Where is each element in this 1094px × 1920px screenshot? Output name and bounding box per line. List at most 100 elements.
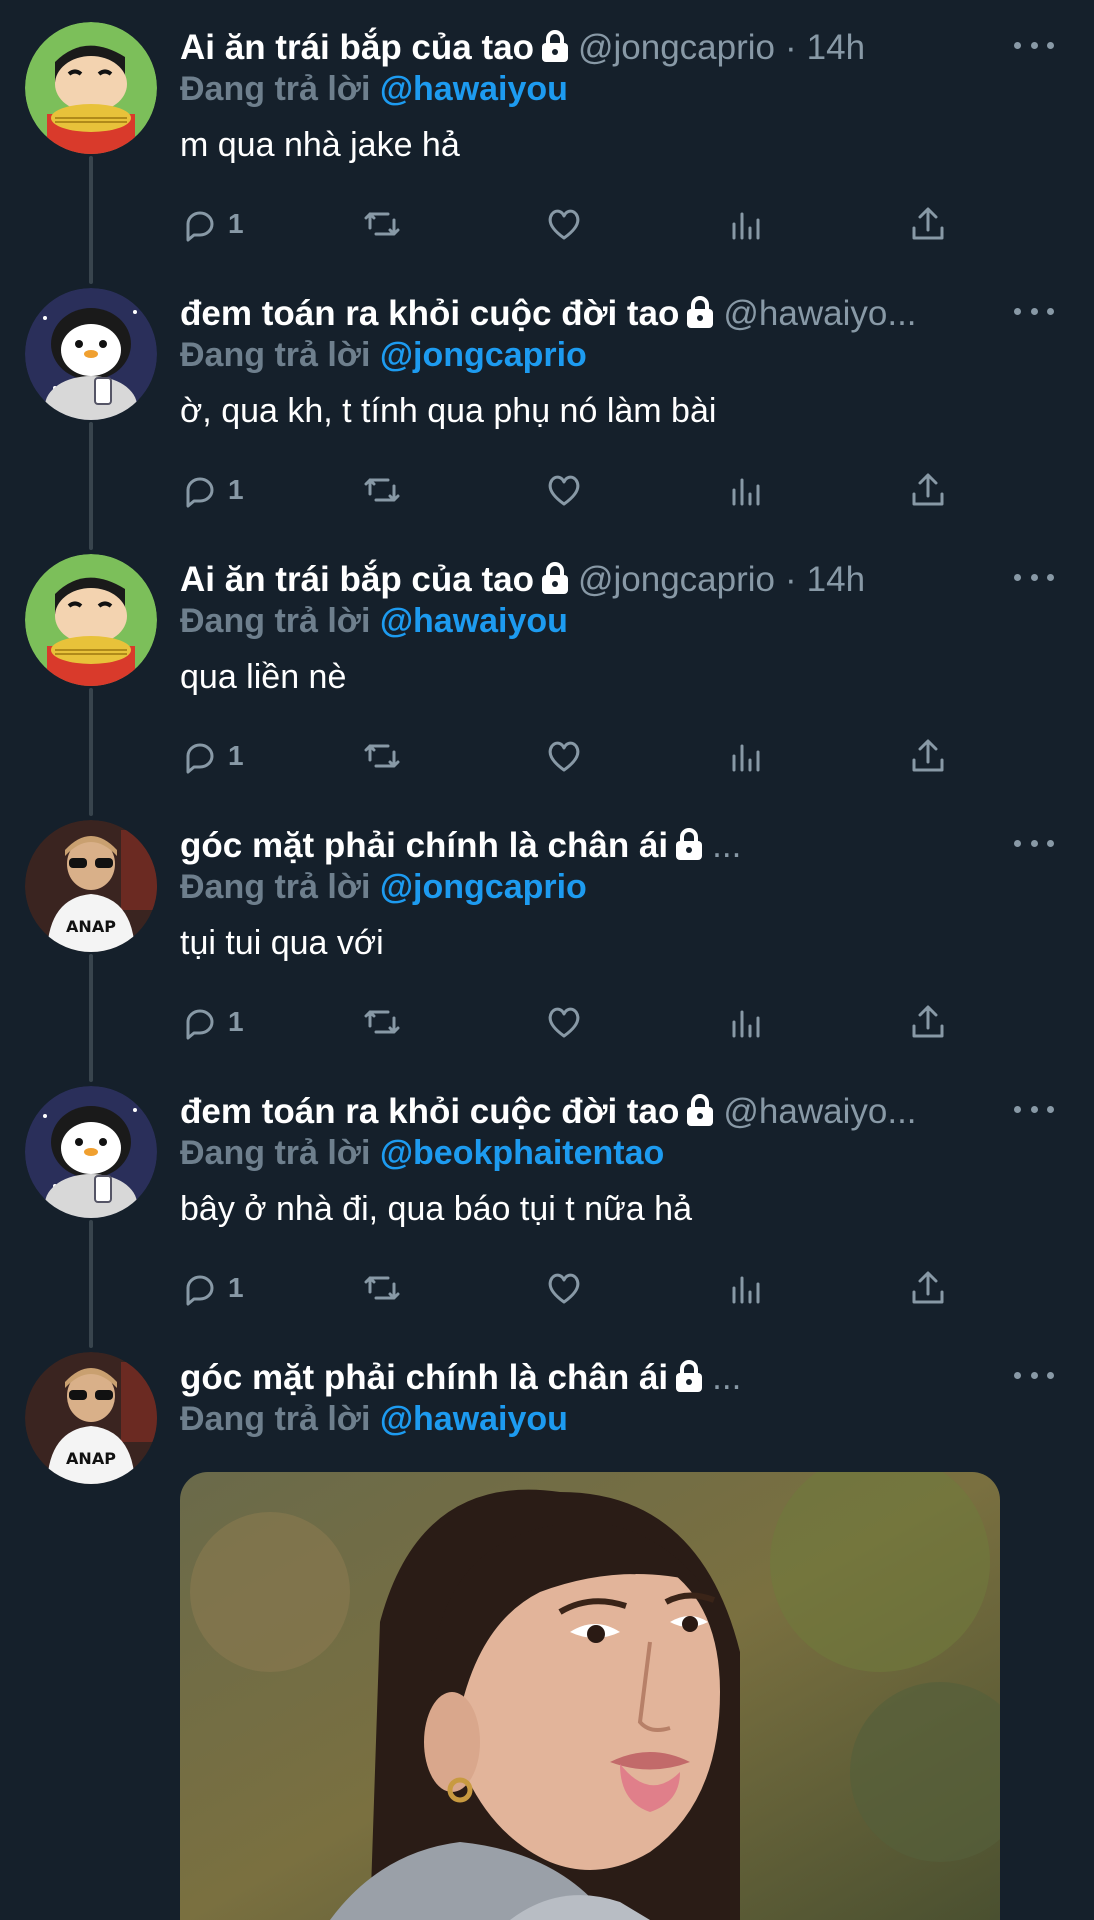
mention-link[interactable]: @jongcaprio (380, 868, 587, 906)
display-name[interactable]: Ai ăn trái bắp của tao (180, 560, 534, 600)
avatar[interactable] (25, 1086, 157, 1218)
analytics-button[interactable] (726, 466, 766, 514)
replying-to: Đang trả lời @beokphaitentao (180, 1134, 664, 1176)
tweet[interactable]: đem toán ra khỏi cuộc đời tao @hawaiyo..… (0, 266, 1094, 532)
tweet-actions: 1 (180, 1264, 980, 1312)
display-name[interactable]: đem toán ra khỏi cuộc đời tao (180, 294, 679, 334)
mention-link[interactable]: @hawaiyou (380, 602, 568, 640)
tweet-text: ờ, qua kh, t tính qua phụ nó làm bài (180, 392, 717, 430)
like-button[interactable] (544, 466, 584, 514)
share-button[interactable] (908, 200, 948, 248)
separator-dot: · (785, 560, 797, 599)
tweet-header: Ai ăn trái bắp của tao @jongcaprio · 14h (180, 558, 1014, 602)
avatar-shirt-text: ANAP (66, 917, 116, 936)
avatar[interactable]: ANAP (25, 820, 157, 952)
lock-icon (674, 828, 704, 860)
tweet[interactable]: đem toán ra khỏi cuộc đời tao @hawaiyo..… (0, 1064, 1094, 1330)
like-button[interactable] (544, 998, 584, 1046)
retweet-button[interactable] (362, 732, 402, 780)
reply-button[interactable]: 1 (180, 200, 244, 248)
like-icon (548, 1273, 580, 1304)
tweet[interactable]: ANAP góc mặt phải chính là chân ái ... Đ… (0, 798, 1094, 1064)
more-icon[interactable] (1014, 562, 1054, 592)
like-button[interactable] (544, 1264, 584, 1312)
shinchan-avatar-icon (25, 554, 157, 686)
replying-to-label: Đang trả lời (180, 868, 371, 906)
lock-icon (540, 30, 570, 62)
more-icon[interactable] (1014, 828, 1054, 858)
share-button[interactable] (908, 998, 948, 1046)
reply-button[interactable]: 1 (180, 998, 244, 1046)
avatar[interactable]: ANAP (25, 1352, 157, 1484)
timestamp[interactable]: 14h (807, 560, 865, 600)
analytics-button[interactable] (726, 998, 766, 1046)
shinchan-avatar-icon (25, 22, 157, 154)
retweet-icon (364, 1010, 400, 1034)
share-button[interactable] (908, 1264, 948, 1312)
analytics-button[interactable] (726, 200, 766, 248)
reply-button[interactable]: 1 (180, 466, 244, 514)
user-handle[interactable]: @hawaiyo... (723, 1092, 916, 1132)
like-button[interactable] (544, 732, 584, 780)
mention-link[interactable]: @hawaiyou (380, 1400, 568, 1438)
reply-icon (186, 1009, 214, 1040)
more-icon[interactable] (1014, 296, 1054, 326)
tweet[interactable]: Ai ăn trái bắp của tao @jongcaprio · 14h… (0, 532, 1094, 798)
reply-icon (186, 477, 214, 508)
mention-link[interactable]: @beokphaitentao (380, 1134, 664, 1172)
more-icon[interactable] (1014, 1360, 1054, 1390)
tweet-media-photo[interactable] (180, 1472, 1000, 1920)
user-handle[interactable]: ... (712, 1358, 741, 1398)
replying-to: Đang trả lời @hawaiyou (180, 1400, 568, 1442)
analytics-button[interactable] (726, 732, 766, 780)
user-handle[interactable]: @hawaiyo... (723, 294, 916, 334)
tweet[interactable]: Ai ăn trái bắp của tao @jongcaprio · 14h… (0, 0, 1094, 266)
tweet-actions: 1 (180, 732, 980, 780)
mention-link[interactable]: @hawaiyou (380, 70, 568, 108)
tweet-text: tụi tui qua với (180, 924, 384, 962)
tweet-header: Ai ăn trái bắp của tao @jongcaprio · 14h (180, 26, 1014, 70)
lock-icon (685, 1094, 715, 1126)
lock-icon (685, 296, 715, 328)
avatar[interactable] (25, 288, 157, 420)
reply-icon (186, 743, 214, 774)
analytics-button[interactable] (726, 1264, 766, 1312)
user-handle[interactable]: @jongcaprio (578, 560, 775, 600)
share-icon (912, 1271, 944, 1304)
share-icon (912, 473, 944, 506)
retweet-button[interactable] (362, 200, 402, 248)
replying-to-label: Đang trả lời (180, 1400, 371, 1438)
share-icon (912, 1005, 944, 1038)
retweet-button[interactable] (362, 466, 402, 514)
reply-icon (186, 1275, 214, 1306)
child-photo-avatar-icon: ANAP (25, 1352, 157, 1484)
share-button[interactable] (908, 466, 948, 514)
avatar-shirt-text: ANAP (66, 1449, 116, 1468)
reply-button[interactable]: 1 (180, 732, 244, 780)
share-button[interactable] (908, 732, 948, 780)
user-handle[interactable]: @jongcaprio (578, 28, 775, 68)
retweet-button[interactable] (362, 1264, 402, 1312)
replying-to: Đang trả lời @jongcaprio (180, 336, 587, 378)
like-button[interactable] (544, 200, 584, 248)
reply-button[interactable]: 1 (180, 1264, 244, 1312)
display-name[interactable]: Ai ăn trái bắp của tao (180, 28, 534, 68)
timestamp[interactable]: 14h (807, 28, 865, 68)
analytics-icon (732, 744, 760, 772)
more-icon[interactable] (1014, 30, 1054, 60)
retweet-button[interactable] (362, 998, 402, 1046)
display-name[interactable]: góc mặt phải chính là chân ái (180, 1358, 668, 1398)
user-handle[interactable]: ... (712, 826, 741, 866)
display-name[interactable]: góc mặt phải chính là chân ái (180, 826, 668, 866)
avatar[interactable] (25, 554, 157, 686)
reply-icon (186, 211, 214, 242)
penguin-avatar-icon (25, 288, 157, 420)
share-icon (912, 207, 944, 240)
analytics-icon (732, 1276, 760, 1304)
replying-to: Đang trả lời @hawaiyou (180, 70, 568, 112)
display-name[interactable]: đem toán ra khỏi cuộc đời tao (180, 1092, 679, 1132)
avatar[interactable] (25, 22, 157, 154)
more-icon[interactable] (1014, 1094, 1054, 1124)
reply-count: 1 (228, 1006, 244, 1037)
mention-link[interactable]: @jongcaprio (380, 336, 587, 374)
